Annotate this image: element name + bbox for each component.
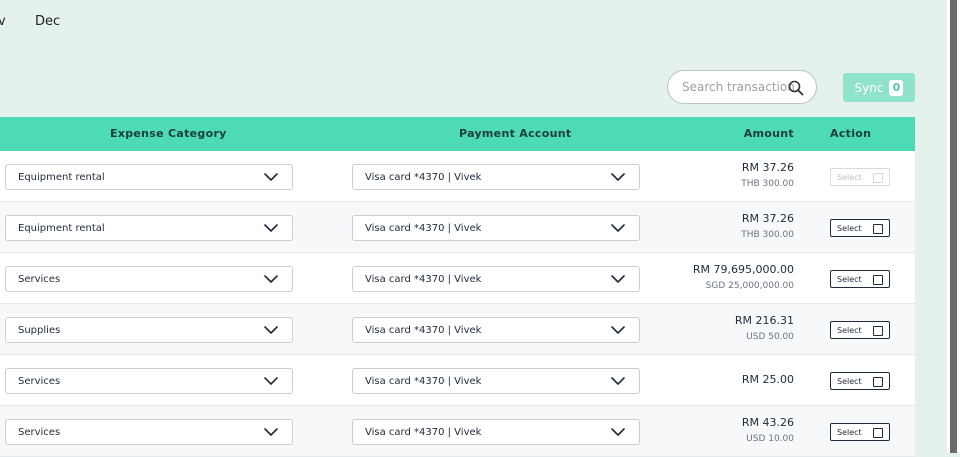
table-row: Services Visa card *4370 | Vivek RM 25.00 S… [0, 355, 915, 406]
chevron-down-icon [264, 173, 278, 181]
select-label: Select [837, 427, 862, 437]
expense-category-value: Supplies [18, 324, 61, 336]
expense-category-value: Services [18, 273, 61, 285]
payment-account-value: Visa card *4370 | Vivek [365, 273, 482, 285]
payment-account-value: Visa card *4370 | Vivek [365, 426, 482, 438]
chevron-down-icon [264, 326, 278, 334]
select-checkbox[interactable] [873, 224, 883, 234]
amount-cell: RM 216.31 USD 50.00 [735, 314, 794, 344]
amount-cell: RM 37.26 THB 300.00 [741, 212, 794, 242]
vertical-scrollbar[interactable] [947, 0, 960, 453]
chevron-down-icon [611, 428, 625, 436]
transactions-table: Expense Category Payment Account Amount … [0, 117, 915, 457]
amount-original: SGD 25,000,000.00 [705, 281, 794, 291]
amount-cell: RM 43.26 USD 10.00 [742, 416, 794, 446]
payment-account-dropdown[interactable]: Visa card *4370 | Vivek [352, 317, 640, 343]
chevron-down-icon [611, 326, 625, 334]
payment-account-dropdown[interactable]: Visa card *4370 | Vivek [352, 266, 640, 292]
table-row: Equipment rental Visa card *4370 | Vivek R… [0, 151, 915, 202]
select-button[interactable]: Select [830, 219, 890, 237]
payment-account-value: Visa card *4370 | Vivek [365, 222, 482, 234]
scrollbar-thumb[interactable] [950, 0, 957, 453]
sync-button[interactable]: Sync 0 [843, 73, 915, 102]
chevron-down-icon [611, 377, 625, 385]
select-button[interactable]: Select [830, 423, 890, 441]
select-label: Select [837, 274, 862, 284]
expense-category-dropdown[interactable]: Equipment rental [5, 215, 293, 241]
expense-category-value: Equipment rental [18, 222, 105, 234]
payment-account-dropdown[interactable]: Visa card *4370 | Vivek [352, 368, 640, 394]
payment-account-dropdown[interactable]: Visa card *4370 | Vivek [352, 419, 640, 445]
header-payment-account: Payment Account [459, 127, 572, 140]
chevron-down-icon [264, 428, 278, 436]
select-button[interactable]: Select [830, 321, 890, 339]
chevron-down-icon [264, 377, 278, 385]
payment-account-dropdown[interactable]: Visa card *4370 | Vivek [352, 215, 640, 241]
search-icon[interactable] [788, 80, 804, 96]
table-row: Services Visa card *4370 | Vivek RM 79,695… [0, 253, 915, 304]
payment-account-value: Visa card *4370 | Vivek [365, 171, 482, 183]
chevron-down-icon [264, 224, 278, 232]
amount-original: THB 300.00 [741, 179, 794, 189]
payment-account-dropdown[interactable]: Visa card *4370 | Vivek [352, 164, 640, 190]
amount-converted: RM 43.26 [741, 416, 794, 429]
expense-category-dropdown[interactable]: Services [5, 419, 293, 445]
expense-category-dropdown[interactable]: Services [5, 368, 293, 394]
sync-label: Sync [854, 80, 884, 95]
search-box[interactable] [667, 70, 817, 104]
select-label: Select [837, 223, 862, 233]
month-tab-dec[interactable]: Dec [35, 14, 60, 29]
expense-category-value: Equipment rental [18, 171, 105, 183]
select-button[interactable]: Select [830, 372, 890, 390]
select-checkbox[interactable] [873, 275, 883, 285]
chevron-down-icon [264, 275, 278, 283]
amount-converted: RM 79,695,000.00 [692, 263, 794, 276]
amount-original: THB 300.00 [741, 230, 794, 240]
amount-original: USD 10.00 [746, 434, 794, 444]
expense-category-value: Services [18, 375, 61, 387]
select-label: Select [837, 376, 862, 386]
amount-converted: RM 37.26 [741, 212, 794, 225]
payment-account-value: Visa card *4370 | Vivek [365, 375, 482, 387]
select-checkbox[interactable] [873, 326, 883, 336]
header-amount: Amount [743, 127, 794, 140]
amount-converted: RM 25.00 [741, 373, 794, 386]
expense-category-dropdown[interactable]: Supplies [5, 317, 293, 343]
amount-cell: RM 25.00 [742, 373, 794, 387]
sync-count-badge: 0 [889, 79, 904, 96]
select-label: Select [837, 325, 862, 335]
expense-category-dropdown[interactable]: Equipment rental [5, 164, 293, 190]
select-checkbox[interactable] [873, 173, 883, 183]
expense-category-value: Services [18, 426, 61, 438]
expense-category-dropdown[interactable]: Services [5, 266, 293, 292]
chevron-down-icon [611, 224, 625, 232]
table-row: Supplies Visa card *4370 | Vivek RM 216.31… [0, 304, 915, 355]
amount-cell: RM 79,695,000.00 SGD 25,000,000.00 [693, 263, 794, 293]
select-checkbox[interactable] [873, 377, 883, 387]
amount-original: USD 50.00 [746, 332, 794, 342]
month-tab-prev[interactable]: v [0, 14, 6, 29]
header-expense-category: Expense Category [110, 127, 227, 140]
search-input[interactable] [680, 79, 796, 95]
select-label: Select [837, 172, 862, 182]
select-button[interactable]: Select [830, 270, 890, 288]
payment-account-value: Visa card *4370 | Vivek [365, 324, 482, 336]
select-button[interactable]: Select [830, 168, 890, 186]
amount-cell: RM 37.26 THB 300.00 [741, 161, 794, 191]
header-action: Action [830, 127, 872, 140]
table-row: Services Visa card *4370 | Vivek RM 43.26 U… [0, 406, 915, 457]
chevron-down-icon [611, 173, 625, 181]
select-checkbox[interactable] [873, 428, 883, 438]
month-bar: v Dec [0, 0, 947, 50]
table-row: Equipment rental Visa card *4370 | Vivek R… [0, 202, 915, 253]
amount-converted: RM 216.31 [734, 314, 794, 327]
amount-converted: RM 37.26 [741, 161, 794, 174]
table-header: Expense Category Payment Account Amount … [0, 117, 915, 151]
chevron-down-icon [611, 275, 625, 283]
